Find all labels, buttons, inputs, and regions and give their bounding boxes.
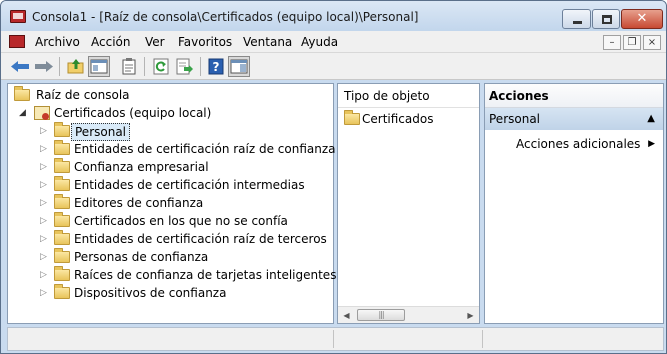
horizontal-scrollbar[interactable]: ◀ ||| ▶ [338, 306, 479, 323]
refresh-button[interactable] [150, 56, 172, 77]
folder-icon [54, 284, 70, 299]
status-bar [7, 327, 664, 351]
help-button[interactable]: ? [205, 56, 227, 77]
back-arrow-icon [11, 61, 29, 72]
actions-section-personal[interactable]: Personal ▲ [485, 108, 663, 130]
certificates-snapin-icon [34, 106, 50, 120]
show-hide-action-pane-button[interactable] [228, 56, 250, 77]
folder-icon [54, 176, 70, 191]
action-pane-icon [230, 59, 248, 74]
expand-icon[interactable]: ▷ [40, 230, 50, 248]
expand-icon[interactable]: ▷ [40, 122, 50, 140]
show-hide-console-tree-button[interactable] [88, 56, 110, 77]
tree-item-label: Entidades de certificación intermedias [74, 178, 305, 192]
menu-archivo[interactable]: Archivo [35, 35, 80, 49]
status-divider [333, 330, 334, 348]
expand-icon[interactable]: ▷ [40, 194, 50, 212]
tree-item-label: Entidades de certificación raíz de confi… [74, 142, 336, 156]
maximize-button[interactable] [592, 9, 620, 29]
document-window-icon[interactable] [9, 35, 25, 48]
maximize-icon [602, 15, 612, 24]
expand-icon[interactable]: ▷ [40, 212, 50, 230]
tree-item-label: Entidades de certificación raíz de terce… [74, 232, 327, 246]
mdi-minimize-button[interactable]: – [603, 35, 621, 50]
export-list-button[interactable] [174, 56, 196, 77]
tree-item-label: Editores de confianza [74, 196, 204, 210]
folder-icon [54, 212, 70, 227]
menu-ayuda[interactable]: Ayuda [301, 35, 338, 49]
scroll-right-icon[interactable]: ▶ [462, 307, 479, 324]
folder-icon [54, 248, 70, 263]
tree-item-label: Certificados en los que no se confía [74, 214, 288, 228]
up-one-level-button[interactable] [65, 56, 87, 77]
results-pane: Tipo de objeto Certificados ◀ ||| ▶ [337, 83, 480, 324]
toolbar-separator [59, 57, 60, 76]
scroll-thumb[interactable]: ||| [357, 309, 405, 321]
properties-button[interactable] [118, 56, 140, 77]
svg-text:?: ? [213, 60, 220, 74]
folder-icon [54, 266, 70, 281]
refresh-icon [153, 58, 169, 75]
expand-icon[interactable]: ▷ [40, 266, 50, 284]
folder-icon [54, 158, 70, 173]
tree-item-label: Confianza empresarial [74, 160, 209, 174]
column-header-object-type[interactable]: Tipo de objeto [338, 84, 479, 108]
expand-icon[interactable]: ▷ [40, 140, 50, 158]
tree-item-label: Personas de confianza [74, 250, 209, 264]
minimize-icon [573, 21, 582, 24]
collapse-icon[interactable]: ◢ [19, 104, 29, 122]
mmc-app-icon[interactable] [10, 10, 26, 23]
folder-icon [54, 140, 70, 155]
folder-up-icon [67, 59, 84, 74]
tree-root-label: Raíz de consola [36, 88, 130, 102]
scroll-left-icon[interactable]: ◀ [338, 307, 355, 324]
tree-item-label: Raíces de confianza de tarjetas intelige… [74, 268, 337, 282]
collapse-up-icon[interactable]: ▲ [647, 108, 655, 130]
expand-icon[interactable]: ▷ [40, 248, 50, 266]
menu-ver[interactable]: Ver [145, 35, 165, 49]
help-icon: ? [208, 58, 224, 75]
actions-section-label: Personal [489, 112, 541, 126]
menu-bar: Archivo Acción Ver Favoritos Ventana Ayu… [1, 31, 666, 53]
export-list-icon [176, 58, 193, 75]
title-bar[interactable]: Consola1 - [Raíz de consola\Certificados… [1, 1, 666, 31]
clipboard-icon [122, 58, 136, 75]
more-actions-item[interactable]: Acciones adicionales ▶ [516, 135, 661, 153]
tree-item-label: Personal [71, 123, 131, 141]
tree-snapin-label: Certificados (equipo local) [54, 106, 212, 120]
expand-icon[interactable]: ▷ [40, 176, 50, 194]
toolbar: ? [1, 53, 666, 80]
actions-pane: Acciones Personal ▲ Acciones adicionales… [484, 83, 664, 324]
console-tree-pane: Raíz de consola ◢ Certificados (equipo l… [7, 83, 337, 324]
tree-item-label: Dispositivos de confianza [74, 286, 227, 300]
minimize-button[interactable] [562, 9, 591, 29]
console-tree-icon [90, 59, 108, 74]
mdi-close-button[interactable]: × [643, 35, 661, 50]
status-divider [482, 330, 483, 348]
menu-accion[interactable]: Acción [91, 35, 130, 49]
back-button[interactable] [9, 56, 31, 77]
toolbar-separator [144, 57, 145, 76]
mmc-window: Consola1 - [Raíz de consola\Certificados… [0, 0, 667, 354]
forward-arrow-icon [35, 61, 53, 72]
folder-icon [14, 86, 30, 101]
folder-icon [54, 230, 70, 245]
expand-icon[interactable]: ▷ [40, 158, 50, 176]
more-actions-label: Acciones adicionales [516, 137, 641, 151]
close-button[interactable]: ✕ [621, 9, 663, 29]
toolbar-separator [200, 57, 201, 76]
submenu-arrow-icon: ▶ [648, 139, 655, 149]
menu-ventana[interactable]: Ventana [243, 35, 292, 49]
menu-favoritos[interactable]: Favoritos [178, 35, 232, 49]
window-title: Consola1 - [Raíz de consola\Certificados… [32, 10, 419, 24]
mdi-restore-button[interactable]: ❐ [623, 35, 641, 50]
folder-icon [54, 194, 70, 209]
folder-icon [54, 122, 70, 137]
close-icon: ✕ [636, 11, 648, 26]
list-item-label: Certificados [362, 112, 434, 126]
expand-icon[interactable]: ▷ [40, 284, 50, 302]
actions-header: Acciones [485, 84, 663, 108]
folder-icon [344, 110, 360, 125]
forward-button[interactable] [33, 56, 55, 77]
